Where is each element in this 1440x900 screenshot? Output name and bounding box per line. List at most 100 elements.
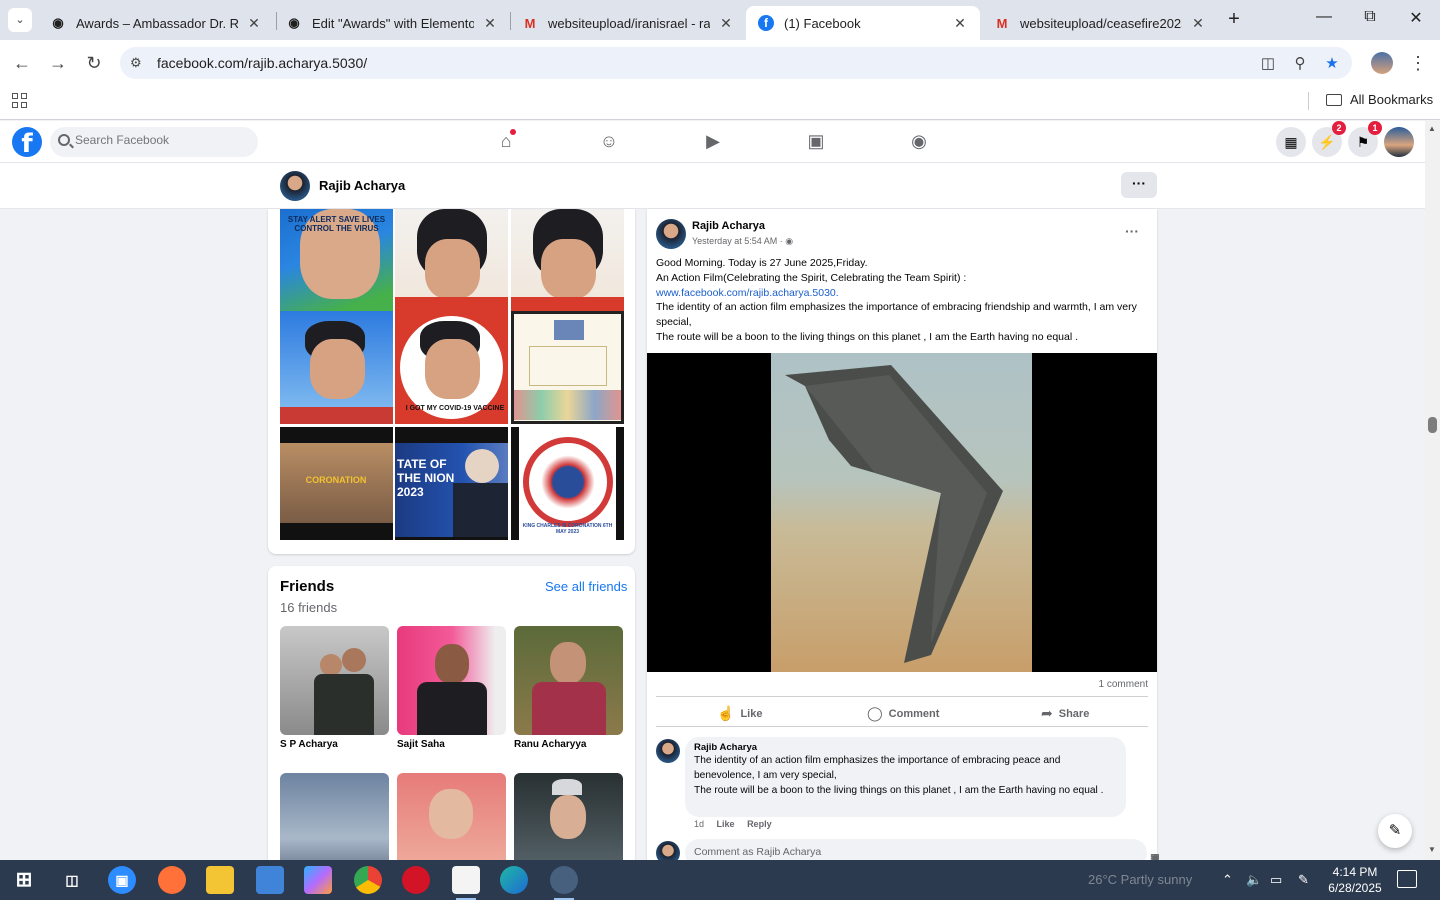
tab-gmail-iranisrael[interactable]: M websiteupload/iranisrael - rafre ✕ (510, 6, 746, 40)
address-bar-row: ← → ↻ ⚙ facebook.com/rajib.acharya.5030/… (0, 40, 1440, 86)
menu-grid-button[interactable]: ▦ (1276, 127, 1306, 157)
avatar[interactable] (656, 219, 686, 249)
profile-name[interactable]: Rajib Acharya (319, 178, 405, 193)
comment-reply-button[interactable]: Reply (747, 819, 772, 829)
comment-count[interactable]: 1 comment (1099, 679, 1148, 690)
friend-name[interactable]: Ranu Acharyya (514, 739, 586, 750)
copilot-icon[interactable] (304, 866, 332, 894)
post-link[interactable]: www.facebook.com/rajib.acharya.5030. (656, 286, 1146, 301)
notifications-badge: 1 (1368, 121, 1382, 135)
post-options-icon[interactable]: ··· (1125, 223, 1139, 239)
more-options-button[interactable]: ··· (1121, 172, 1157, 198)
profile-avatar[interactable] (1371, 52, 1393, 74)
comment-button[interactable]: ◯ Comment (867, 705, 939, 722)
friend-photo[interactable] (514, 626, 623, 735)
new-message-button[interactable]: ✎ (1378, 814, 1412, 848)
pen-icon[interactable]: ✎ (1298, 872, 1309, 888)
facebook-search[interactable] (50, 127, 258, 157)
tab-gmail-ceasefire[interactable]: M websiteupload/ceasefire2025 - ✕ (982, 6, 1218, 40)
weather-widget[interactable]: 26°C Partly sunny (1088, 872, 1192, 887)
photo-tile[interactable] (511, 311, 624, 424)
post-image[interactable] (647, 353, 1157, 672)
clock[interactable]: 4:14 PM 6/28/2025 (1325, 864, 1385, 896)
apps-grid-icon[interactable] (12, 93, 28, 109)
windows-start-icon[interactable]: ⊞ (10, 866, 38, 894)
avatar[interactable] (656, 739, 680, 763)
comment-age[interactable]: 1d (694, 819, 704, 829)
browser-tab-strip: ⌄ ◉ Awards – Ambassador Dr. Rajib ✕ ◉ Ed… (0, 0, 1440, 40)
volume-icon[interactable]: 🔈 (1246, 872, 1262, 888)
friend-photo[interactable] (280, 626, 389, 735)
friends-nav-icon[interactable]: ☺ (597, 129, 621, 153)
notifications-button[interactable]: ⚑ 1 (1348, 121, 1382, 157)
file-explorer-icon[interactable] (206, 866, 234, 894)
close-window-button[interactable]: ✕ (1404, 8, 1428, 32)
reload-button[interactable]: ↻ (82, 51, 106, 75)
close-icon[interactable]: ✕ (1190, 15, 1206, 32)
tab-awards[interactable]: ◉ Awards – Ambassador Dr. Rajib ✕ (38, 6, 274, 40)
photo-tile[interactable]: CORONATION (280, 427, 393, 540)
restore-button[interactable]: ⧉ (1358, 8, 1382, 32)
see-all-friends-link[interactable]: See all friends (545, 579, 627, 594)
minimize-button[interactable]: — (1312, 8, 1336, 32)
new-tab-button[interactable]: + (1222, 8, 1246, 32)
notification-center-icon[interactable] (1397, 870, 1417, 888)
page-scrollbar[interactable]: ▲ ▼ (1425, 121, 1440, 860)
bookmark-star-icon[interactable]: ★ (1322, 54, 1342, 74)
close-icon[interactable]: ✕ (246, 15, 262, 32)
messenger-button[interactable]: ⚡ 2 (1312, 121, 1346, 157)
install-app-icon[interactable]: ◫ (1258, 54, 1278, 74)
account-avatar[interactable] (1384, 127, 1414, 157)
search-input[interactable] (75, 133, 245, 147)
chrome-profile-icon[interactable] (550, 866, 578, 900)
opera-icon[interactable] (402, 866, 430, 894)
tab-search-button[interactable]: ⌄ (8, 8, 32, 32)
tab-facebook[interactable]: f (1) Facebook ✕ (746, 6, 980, 40)
omnibox[interactable]: ⚙ facebook.com/rajib.acharya.5030/ ◫ ⚲ ★ (120, 47, 1352, 79)
photo-tile[interactable]: STAY ALERT SAVE LIVES CONTROL THE VIRUS (280, 209, 393, 322)
photo-tile[interactable] (395, 209, 508, 322)
url-text[interactable]: facebook.com/rajib.acharya.5030/ (157, 55, 367, 71)
photo-tile[interactable]: I GOT MY COVID-19 VACCINE (395, 311, 508, 424)
notepad-icon[interactable] (452, 866, 480, 900)
friends-count: 16 friends (280, 600, 338, 615)
zoom-app-icon[interactable]: ▣ (108, 866, 136, 894)
post-timestamp[interactable]: Yesterday at 5:54 AM · ◉ (692, 236, 793, 247)
photo-tile[interactable] (511, 209, 624, 322)
marketplace-nav-icon[interactable]: ▣ (804, 129, 828, 153)
task-view-icon[interactable]: ◫ (58, 866, 86, 894)
comment-author[interactable]: Rajib Acharya (694, 742, 1117, 753)
friend-photo[interactable] (397, 626, 506, 735)
share-button[interactable]: ➦ Share (1041, 705, 1089, 722)
comment-like-button[interactable]: Like (717, 819, 735, 829)
chrome-icon[interactable] (354, 866, 382, 894)
groups-nav-icon[interactable]: ◉ (907, 129, 931, 153)
close-icon[interactable]: ✕ (482, 15, 498, 32)
network-icon[interactable]: ▭ (1270, 872, 1282, 888)
zoom-icon[interactable]: ⚲ (1290, 54, 1310, 74)
photo-tile[interactable] (280, 311, 393, 424)
friend-name[interactable]: Sajit Saha (397, 739, 445, 750)
like-button[interactable]: ☝ Like (717, 705, 762, 722)
browser-menu-icon[interactable]: ⋮ (1406, 51, 1430, 75)
close-icon[interactable]: ✕ (718, 15, 734, 32)
video-nav-icon[interactable]: ▶ (701, 129, 725, 153)
scrollbar-thumb[interactable] (1428, 417, 1437, 433)
friend-name[interactable]: S P Acharya (280, 739, 338, 750)
firefox-icon[interactable] (158, 866, 186, 894)
site-info-icon[interactable]: ⚙ (130, 55, 146, 71)
chevron-up-icon[interactable]: ⌃ (1222, 872, 1233, 888)
home-nav-icon[interactable]: ⌂ (494, 129, 518, 153)
photo-tile[interactable]: TATE OF THE NION 2023 (395, 427, 508, 540)
back-button[interactable]: ← (10, 51, 34, 75)
facebook-logo[interactable]: f (12, 127, 42, 157)
tab-elementor[interactable]: ◉ Edit "Awards" with Elementor ✕ (274, 6, 510, 40)
photo-tile[interactable]: KING CHARLES III CORONATION 6TH MAY 2023 (511, 427, 624, 540)
edge-icon[interactable] (500, 866, 528, 894)
forward-button[interactable]: → (46, 51, 70, 75)
avatar[interactable] (280, 171, 310, 201)
store-icon[interactable] (256, 866, 284, 894)
close-icon[interactable]: ✕ (952, 15, 968, 32)
post-author[interactable]: Rajib Acharya (692, 220, 765, 232)
all-bookmarks-button[interactable]: All Bookmarks (1326, 92, 1433, 107)
